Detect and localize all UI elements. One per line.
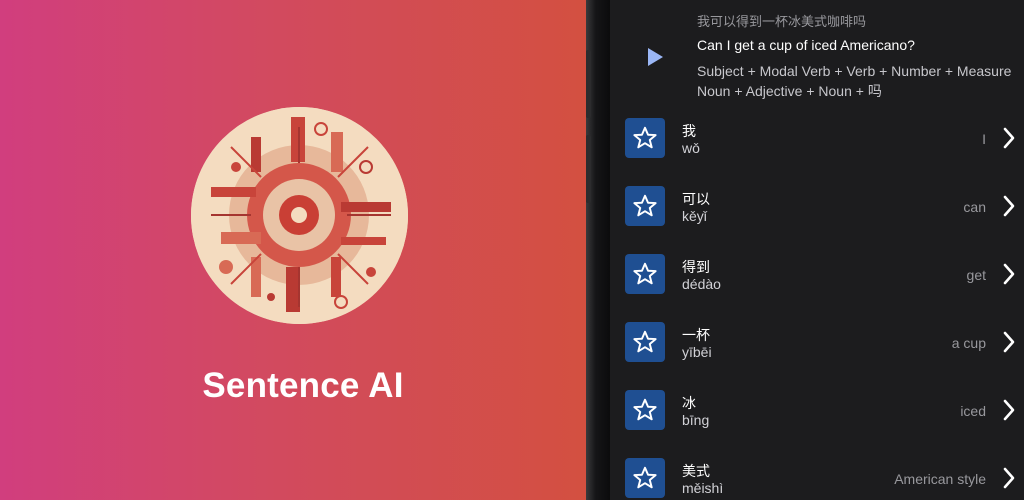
favorite-star-button[interactable]	[625, 254, 665, 294]
chevron-right-icon	[1003, 263, 1015, 285]
sentence-chinese: 我可以得到一杯冰美式咖啡吗	[697, 14, 867, 29]
favorite-star-button[interactable]	[625, 322, 665, 362]
chevron-right-icon	[1003, 127, 1015, 149]
chevron-right-icon	[1003, 399, 1015, 421]
star-icon	[633, 126, 657, 149]
play-icon[interactable]	[644, 46, 666, 68]
word-hanzi: 一杯	[682, 327, 710, 343]
favorite-star-button[interactable]	[625, 390, 665, 430]
word-pinyin: kěyǐ	[682, 208, 707, 224]
star-icon	[633, 398, 657, 421]
favorite-star-button[interactable]	[625, 186, 665, 226]
star-icon	[633, 194, 657, 217]
word-row[interactable]: 我 wǒ I	[610, 118, 1024, 182]
word-hanzi: 可以	[682, 191, 710, 207]
word-meaning: get	[966, 267, 986, 283]
favorite-star-button[interactable]	[625, 458, 665, 498]
word-pinyin: dédào	[682, 276, 721, 292]
chevron-right-icon	[1003, 331, 1015, 353]
star-icon	[633, 330, 657, 353]
word-row[interactable]: 冰 bīng iced	[610, 390, 1024, 454]
phone-side-button	[586, 135, 591, 203]
word-row[interactable]: 可以 kěyǐ can	[610, 186, 1024, 250]
phone-side-button	[586, 50, 591, 118]
word-row[interactable]: 美式 měishì American style	[610, 458, 1024, 500]
star-icon	[633, 262, 657, 285]
chevron-right-icon	[1003, 195, 1015, 217]
word-pinyin: bīng	[682, 412, 710, 428]
app-name: Sentence AI	[202, 366, 404, 405]
word-pinyin: wǒ	[682, 140, 700, 156]
word-meaning: can	[963, 199, 986, 215]
word-row[interactable]: 得到 dédào get	[610, 254, 1024, 318]
phone-screen: 我可以得到一杯冰美式咖啡吗 Can I get a cup of iced Am…	[610, 0, 1024, 500]
chevron-right-icon	[1003, 467, 1015, 489]
star-icon	[633, 466, 657, 489]
word-pinyin: yībēi	[682, 344, 712, 360]
sentence-english: Can I get a cup of iced Americano?	[697, 37, 915, 53]
word-pinyin: měishì	[682, 480, 724, 496]
word-meaning: American style	[894, 471, 986, 487]
sentence-card: 我可以得到一杯冰美式咖啡吗 Can I get a cup of iced Am…	[610, 0, 1024, 110]
word-hanzi: 我	[682, 123, 696, 139]
word-meaning: I	[982, 131, 986, 147]
promo-panel: Sentence AI	[0, 0, 600, 500]
word-hanzi: 美式	[682, 463, 710, 479]
word-hanzi: 冰	[682, 395, 696, 411]
favorite-star-button[interactable]	[625, 118, 665, 158]
word-meaning: a cup	[951, 335, 986, 351]
app-logo	[191, 107, 408, 324]
word-row[interactable]: 一杯 yībēi a cup	[610, 322, 1024, 386]
word-meaning: iced	[960, 403, 986, 419]
sentence-grammar-pattern: Subject + Modal Verb + Verb + Number + M…	[697, 63, 1012, 99]
word-hanzi: 得到	[682, 259, 710, 275]
